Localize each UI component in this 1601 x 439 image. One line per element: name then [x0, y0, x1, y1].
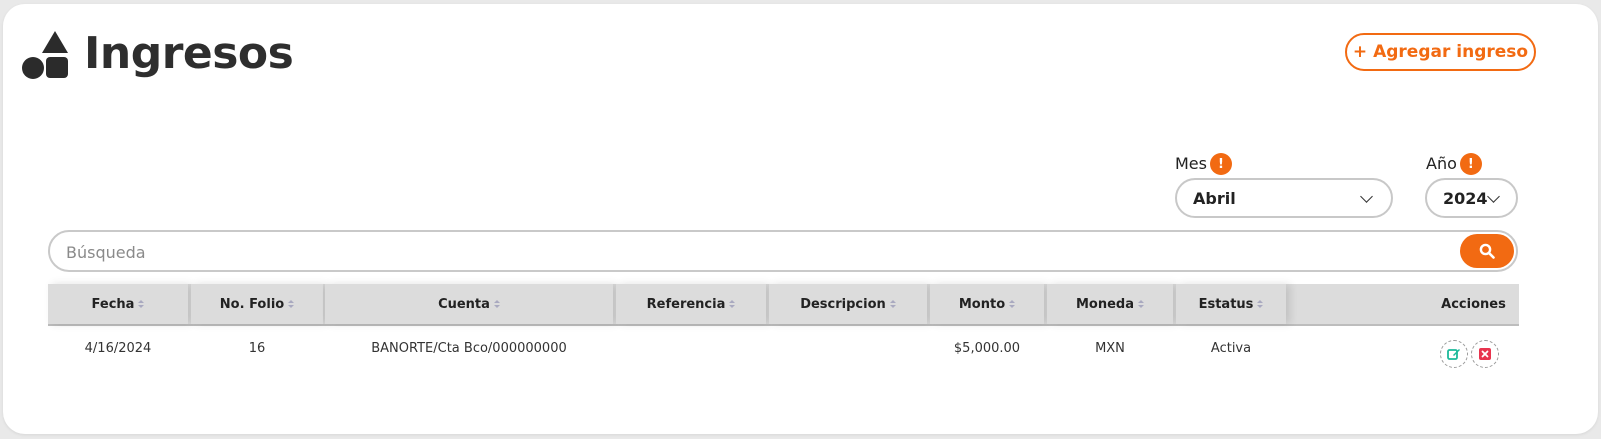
chevron-down-icon	[1360, 189, 1373, 203]
cell-estatus: Activa	[1210, 340, 1252, 356]
edit-button[interactable]	[1440, 340, 1468, 368]
month-label: Mes	[1175, 153, 1207, 173]
month-select-value: Abril	[1193, 188, 1236, 208]
month-label-wrap: Mes !	[1175, 151, 1232, 175]
column-header-descripcion[interactable]: Descripcion	[769, 284, 927, 324]
column-header-monto[interactable]: Monto	[930, 284, 1044, 324]
column-header-estatus[interactable]: Estatus	[1176, 284, 1286, 324]
sort-icon	[288, 300, 295, 308]
shapes-icon	[22, 29, 68, 79]
column-header-moneda[interactable]: Moneda	[1047, 284, 1173, 324]
cell-cuenta: BANORTE/Cta Bco/000000000	[371, 340, 567, 356]
cell-folio: 16	[248, 340, 266, 356]
search-icon	[1479, 243, 1495, 259]
column-header-cuenta[interactable]: Cuenta	[325, 284, 613, 324]
delete-button[interactable]	[1471, 340, 1499, 368]
column-header-acciones: Acciones	[1428, 284, 1519, 324]
cell-moneda: MXN	[1095, 340, 1125, 356]
search-input[interactable]	[64, 240, 1448, 264]
year-select[interactable]: 2024	[1425, 178, 1518, 218]
sort-icon	[889, 300, 896, 308]
table-header: Fecha No. Folio Cuenta Referencia Descri…	[48, 284, 1519, 326]
year-label-wrap: Año !	[1426, 151, 1482, 175]
search-bar	[48, 230, 1518, 272]
sort-icon	[1138, 300, 1145, 308]
sort-icon	[729, 300, 736, 308]
edit-icon	[1447, 349, 1460, 360]
sort-icon	[1009, 300, 1016, 308]
cell-fecha: 4/16/2024	[84, 340, 152, 356]
cell-referencia	[616, 326, 766, 370]
sort-icon	[493, 300, 500, 308]
month-select[interactable]: Abril	[1175, 178, 1393, 218]
column-header-referencia[interactable]: Referencia	[616, 284, 766, 324]
year-select-value: 2024	[1443, 188, 1488, 208]
page-title: Ingresos	[84, 28, 294, 79]
add-income-button[interactable]: + Agregar ingreso	[1345, 33, 1536, 71]
column-header-fecha[interactable]: Fecha	[48, 284, 188, 324]
search-button[interactable]	[1460, 234, 1514, 268]
table-row: 4/16/2024 16 BANORTE/Cta Bco/000000000 $…	[48, 326, 1519, 372]
column-header-folio[interactable]: No. Folio	[191, 284, 323, 324]
info-icon[interactable]: !	[1209, 153, 1232, 175]
year-label: Año	[1426, 153, 1457, 173]
sort-icon	[138, 300, 145, 308]
sort-icon	[1257, 300, 1264, 308]
info-icon[interactable]: !	[1459, 153, 1482, 175]
cell-monto: $5,000.00	[953, 340, 1021, 356]
chevron-down-icon	[1487, 189, 1500, 203]
delete-icon	[1479, 348, 1491, 360]
cell-descripcion	[769, 326, 927, 370]
page-header: Ingresos	[22, 28, 294, 79]
